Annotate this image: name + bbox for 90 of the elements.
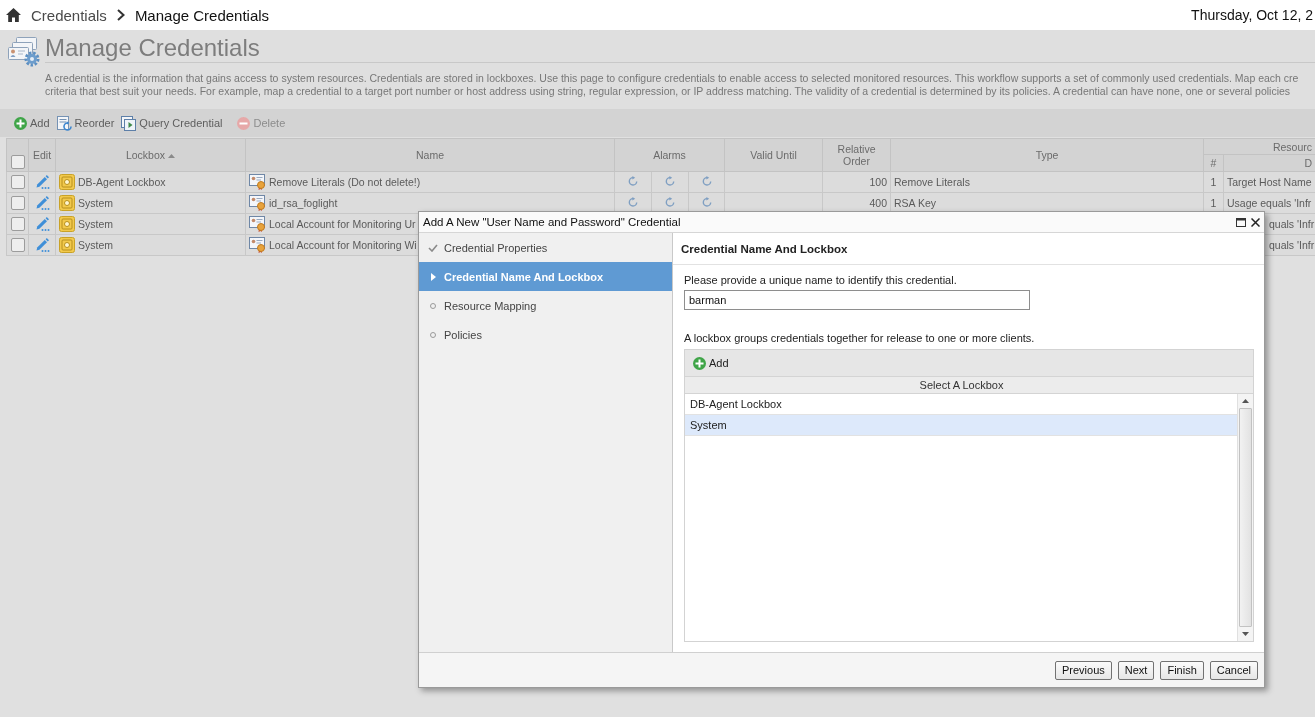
pencil-icon[interactable] (34, 236, 50, 252)
breadcrumb-link[interactable]: Credentials (31, 6, 107, 24)
footer-button[interactable]: Cancel (1209, 660, 1258, 680)
circular-arrow-icon (665, 176, 675, 186)
resource-count: 1 (1210, 197, 1217, 209)
checkbox[interactable] (10, 196, 25, 211)
resource-description: quals 'Infr (1269, 239, 1315, 251)
column-header[interactable]: Name (245, 138, 615, 172)
resource-description: Target Host Name (1227, 176, 1312, 188)
page-title: Manage Credentials (45, 34, 260, 62)
circle-icon (430, 331, 436, 338)
checkbox[interactable] (10, 155, 25, 169)
column-header: Select A Lockbox (685, 377, 1253, 394)
credential-name: Remove Literals (Do not delete!) (269, 176, 421, 188)
lockbox-name: DB-Agent Lockbox (78, 176, 166, 188)
certificate-icon (249, 195, 266, 211)
wizard-step[interactable]: Policies (419, 320, 672, 349)
check-icon (428, 243, 438, 252)
safe-icon (59, 216, 75, 232)
up-arrow-icon[interactable] (1242, 399, 1249, 403)
name-input[interactable]: barman (684, 290, 1030, 310)
dialog-title: Add A New "User Name and Password" Credential (423, 216, 681, 228)
safe-icon (59, 237, 75, 253)
certificate-icon (249, 174, 266, 190)
safe-icon (59, 195, 75, 211)
checkbox[interactable] (10, 217, 25, 232)
toolbar-button[interactable]: Reorder (56, 113, 115, 133)
plus-circle-icon (14, 116, 27, 130)
pencil-icon[interactable] (34, 194, 50, 210)
resource-count: 1 (1210, 176, 1217, 188)
date-text: Thursday, Oct 12, 2 (1191, 7, 1313, 23)
circular-arrow-icon (628, 176, 638, 186)
circular-arrow-icon (701, 176, 712, 186)
lockbox-name: System (78, 239, 113, 251)
footer-button[interactable]: Previous (1055, 660, 1112, 680)
footer-button[interactable]: Finish (1160, 660, 1204, 680)
column-header[interactable]: Valid Until (724, 138, 823, 172)
resource-description: Usage equals 'Infr (1227, 197, 1312, 209)
column-header[interactable]: Resourc (1203, 138, 1315, 155)
chevron-right-icon (116, 9, 125, 21)
credential-name: Local Account for Monitoring Ur (269, 218, 416, 230)
cards-gear-icon (8, 37, 40, 67)
close-icon[interactable] (1251, 217, 1260, 227)
minus-circle-icon (237, 116, 251, 130)
circular-arrow-icon (628, 197, 638, 207)
wizard-step[interactable]: Resource Mapping (419, 291, 672, 320)
home-icon[interactable] (6, 8, 21, 22)
section-heading: Credential Name And Lockbox (681, 242, 848, 255)
lockbox-prompt: A lockbox groups credentials together for release to one or more clients. (684, 332, 1035, 345)
pencil-icon[interactable] (34, 215, 50, 231)
wizard-step[interactable]: Credential Name And Lockbox (419, 262, 672, 291)
certificate-icon (249, 216, 266, 232)
circular-arrow-icon (665, 197, 675, 207)
column-header[interactable]: Alarms (614, 138, 725, 172)
lockbox-name: System (78, 218, 113, 230)
toolbar-button[interactable]: Add (14, 113, 50, 133)
lockbox-name: System (78, 197, 113, 209)
column-header[interactable]: Lockbox (55, 138, 246, 172)
name-prompt: Please provide a unique name to identify this credential. (684, 274, 957, 287)
add-button[interactable]: Add (693, 356, 729, 370)
plus-circle-icon (693, 356, 706, 370)
column-header[interactable]: Edit (28, 138, 56, 172)
description-text: A credential is the information that gains access to system resources. Credentials are stored in lockboxes. Use this page to configure credentials to enable access to selected monitored resources. This workflow supports a set of commonly used credentials. Map each cre criteria that best suit your needs. For example, map a credential to a target port number or host address using string, regular expression, or IP address matching. The validity of a credential is determined by its policies. A credential can have none, one or several policies (45, 72, 1299, 98)
credential-type: RSA Key (894, 197, 937, 209)
checkbox[interactable] (10, 175, 25, 190)
pencil-icon[interactable] (34, 173, 50, 189)
checkbox[interactable] (10, 238, 25, 253)
relative-order: 100 (869, 176, 887, 188)
down-arrow-icon[interactable] (1242, 632, 1249, 636)
window-play-icon (121, 115, 137, 131)
safe-icon (59, 174, 75, 190)
credential-type: Remove Literals (894, 176, 970, 188)
document-refresh-icon (56, 115, 72, 131)
column-header[interactable]: Relative Order (822, 138, 891, 172)
lockbox-row[interactable]: System (685, 415, 1237, 436)
column-header[interactable]: Type (890, 138, 1204, 172)
credential-name: id_rsa_foglight (269, 197, 338, 209)
certificate-icon (249, 237, 266, 253)
relative-order: 400 (869, 197, 887, 209)
toolbar-button[interactable]: Query Credential (121, 113, 223, 133)
footer-button[interactable]: Next (1117, 660, 1155, 680)
credential-name: Local Account for Monitoring Wi (269, 239, 417, 251)
triangle-right-icon (430, 272, 436, 281)
wizard-step[interactable]: Credential Properties (419, 233, 672, 262)
maximize-icon[interactable] (1236, 217, 1246, 227)
breadcrumb-link[interactable]: Manage Credentials (134, 6, 270, 24)
circular-arrow-icon (701, 197, 712, 207)
resource-description: quals 'Infr (1269, 218, 1315, 230)
scrollbar[interactable] (1237, 394, 1253, 641)
circle-icon (430, 302, 436, 309)
